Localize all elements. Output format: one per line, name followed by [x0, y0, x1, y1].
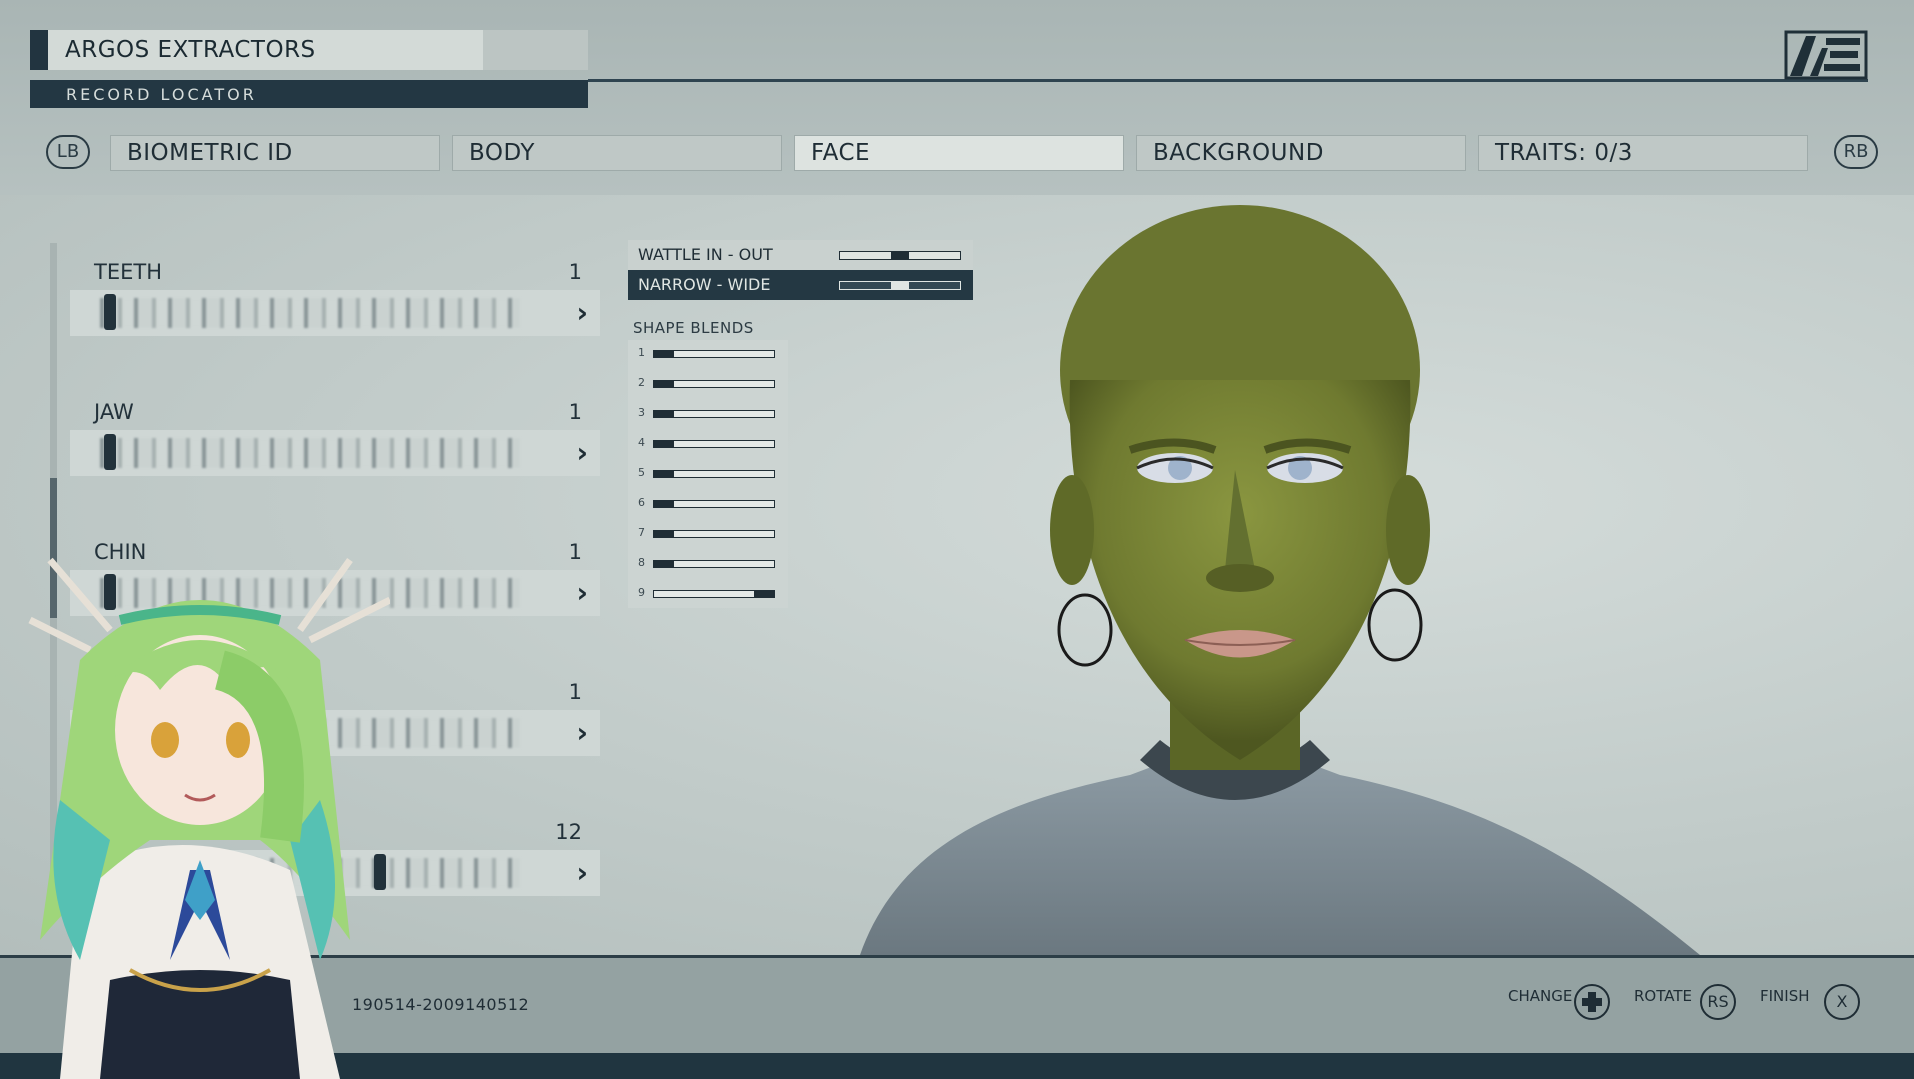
- chevron-right-icon[interactable]: ›: [576, 436, 588, 469]
- chevron-right-icon[interactable]: ›: [576, 296, 588, 329]
- tab-body[interactable]: BODY: [452, 135, 782, 171]
- tab-traits[interactable]: TRAITS: 0/3: [1478, 135, 1808, 171]
- feature-teeth[interactable]: TEETH 1 ›: [70, 250, 600, 380]
- ae-logo-icon: [1784, 30, 1868, 80]
- header-divider: [588, 79, 1868, 82]
- slider-label: NARROW - WIDE: [638, 275, 771, 294]
- blend-number: 5: [638, 466, 645, 479]
- blend-slider[interactable]: [653, 500, 775, 508]
- company-name: ARGOS EXTRACTORS: [65, 37, 316, 63]
- feature-label: JAW: [94, 400, 134, 424]
- shape-blends-label: SHAPE BLENDS: [633, 319, 754, 337]
- change-hint-label: CHANGE: [1508, 987, 1573, 1005]
- blend-number: 4: [638, 436, 645, 449]
- blend-fill: [654, 381, 674, 387]
- blend-row[interactable]: 2: [628, 370, 788, 400]
- blend-fill: [654, 501, 674, 507]
- vtuber-avatar-overlay: [28, 557, 390, 1079]
- blend-row[interactable]: 3: [628, 400, 788, 430]
- blend-number: 6: [638, 496, 645, 509]
- feature-value: 1: [568, 400, 582, 424]
- company-title-box: ARGOS EXTRACTORS: [30, 30, 588, 70]
- blend-number: 9: [638, 586, 645, 599]
- rb-button[interactable]: RB: [1834, 135, 1878, 169]
- shape-blends-panel: 1 2 3 4 5 6 7 8 9: [628, 340, 788, 608]
- blend-slider[interactable]: [653, 410, 775, 418]
- blend-number: 1: [638, 346, 645, 359]
- feature-ticks: [100, 298, 520, 328]
- slider-label: WATTLE IN - OUT: [638, 245, 773, 264]
- blend-number: 2: [638, 376, 645, 389]
- feature-value: 12: [555, 820, 582, 844]
- record-locator-bar: RECORD LOCATOR: [30, 80, 588, 108]
- blend-slider[interactable]: [653, 560, 775, 568]
- blend-slider[interactable]: [653, 350, 775, 358]
- feature-value: 1: [568, 540, 582, 564]
- blend-slider[interactable]: [653, 470, 775, 478]
- blend-row[interactable]: 4: [628, 430, 788, 460]
- tab-face[interactable]: FACE: [794, 135, 1124, 171]
- dpad-icon[interactable]: [1574, 984, 1610, 1020]
- rotate-rs-button[interactable]: RS: [1700, 984, 1736, 1020]
- tab-background[interactable]: BACKGROUND: [1136, 135, 1466, 171]
- blend-number: 8: [638, 556, 645, 569]
- blend-slider[interactable]: [653, 440, 775, 448]
- blend-row[interactable]: 8: [628, 550, 788, 580]
- blend-number: 7: [638, 526, 645, 539]
- feature-selector-strip[interactable]: ›: [70, 290, 600, 336]
- blend-slider[interactable]: [653, 530, 775, 538]
- feature-value: 1: [568, 680, 582, 704]
- blend-number: 3: [638, 406, 645, 419]
- chevron-right-icon[interactable]: ›: [576, 716, 588, 749]
- blend-row[interactable]: 6: [628, 490, 788, 520]
- feature-selector-strip[interactable]: ›: [70, 430, 600, 476]
- blend-row[interactable]: 7: [628, 520, 788, 550]
- blend-row[interactable]: 5: [628, 460, 788, 490]
- feature-label: TEETH: [94, 260, 162, 284]
- blend-slider[interactable]: [653, 380, 775, 388]
- feature-marker: [104, 434, 116, 470]
- title-shade: [483, 30, 588, 70]
- blend-fill: [654, 531, 674, 537]
- blend-row[interactable]: 1: [628, 340, 788, 370]
- lb-button[interactable]: LB: [46, 135, 90, 169]
- record-id-text: 190514-2009140512: [352, 995, 530, 1014]
- blend-fill: [754, 591, 774, 597]
- blend-fill: [654, 441, 674, 447]
- character-face-preview[interactable]: [840, 200, 1740, 955]
- blend-slider[interactable]: [653, 590, 775, 598]
- blend-row[interactable]: 9: [628, 580, 788, 610]
- blend-fill: [654, 561, 674, 567]
- finish-x-button[interactable]: X: [1824, 984, 1860, 1020]
- record-locator-label: RECORD LOCATOR: [66, 85, 257, 104]
- feature-jaw[interactable]: JAW 1 ›: [70, 390, 600, 520]
- blend-fill: [654, 351, 674, 357]
- tab-biometric-id[interactable]: BIOMETRIC ID: [110, 135, 440, 171]
- feature-marker: [104, 294, 116, 330]
- finish-hint-label: FINISH: [1760, 987, 1810, 1005]
- rotate-hint-label: ROTATE: [1634, 987, 1692, 1005]
- chevron-right-icon[interactable]: ›: [576, 856, 588, 889]
- dpad-icon-glyph: [1582, 992, 1602, 1012]
- blend-fill: [654, 471, 674, 477]
- chevron-right-icon[interactable]: ›: [576, 576, 588, 609]
- feature-value: 1: [568, 260, 582, 284]
- feature-ticks: [100, 438, 520, 468]
- blend-fill: [654, 411, 674, 417]
- title-marker: [30, 30, 48, 70]
